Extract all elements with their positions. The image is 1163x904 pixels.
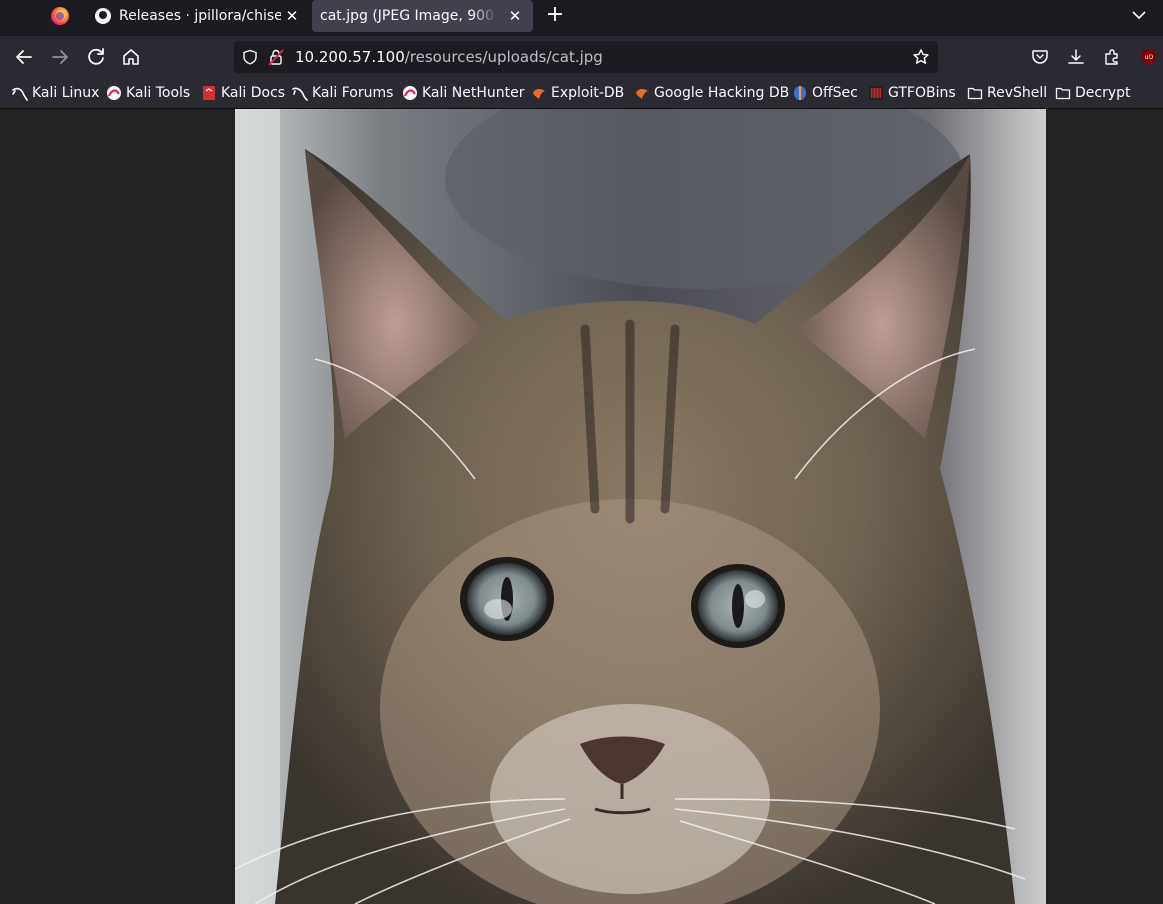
bookmark-google-hacking-db[interactable]: Google Hacking DB: [634, 84, 789, 102]
tab-title: cat.jpg (JPEG Image, 900 × 1200 pixels): [320, 8, 498, 24]
tab-title: Releases · jpillora/chisel: [119, 8, 281, 24]
extensions-puzzle-icon[interactable]: [1103, 48, 1121, 66]
bookmark-label: Kali NetHunter: [422, 85, 525, 101]
navigation-toolbar: 10.200.57.100/resources/uploads/cat.jpg …: [0, 36, 1163, 78]
url-host: 10.200.57.100: [295, 48, 405, 66]
back-arrow-icon[interactable]: [12, 45, 36, 69]
tab-strip: Releases · jpillora/chisel ✕ cat.jpg (JP…: [0, 0, 1163, 36]
bookmark-folder-revshell[interactable]: RevShell: [967, 84, 1047, 102]
close-tab-icon[interactable]: ✕: [282, 6, 302, 26]
bookmark-kali-linux[interactable]: Kali Linux: [12, 84, 99, 102]
bookmark-label: Kali Tools: [126, 85, 191, 101]
home-icon[interactable]: [119, 45, 143, 69]
exploit-db-icon: [636, 88, 648, 99]
image-viewer: [0, 109, 1163, 904]
kali-tools-icon: [107, 86, 121, 100]
kali-nethunter-icon: [403, 86, 417, 100]
svg-text:uO: uO: [1145, 54, 1154, 61]
bookmark-label: RevShell: [987, 85, 1048, 101]
chevron-down-icon[interactable]: [1131, 7, 1147, 23]
bookmark-label: GTFOBins: [888, 85, 956, 101]
bookmark-label: Google Hacking DB: [654, 85, 790, 101]
bookmark-kali-forums[interactable]: Kali Forums: [292, 84, 393, 102]
close-tab-icon[interactable]: ✕: [505, 6, 525, 26]
bookmark-offsec[interactable]: OffSec: [792, 84, 858, 102]
url-text[interactable]: 10.200.57.100/resources/uploads/cat.jpg: [295, 48, 603, 66]
bookmark-kali-nethunter[interactable]: Kali NetHunter: [402, 84, 524, 102]
bookmark-label: Kali Docs: [221, 85, 286, 101]
github-icon: [95, 8, 111, 24]
forward-arrow-icon[interactable]: [48, 45, 72, 69]
bookmark-exploit-db[interactable]: Exploit-DB: [531, 84, 624, 102]
bookmark-label: Exploit-DB: [551, 85, 625, 101]
ublock-origin-icon[interactable]: uO: [1140, 48, 1158, 66]
insecure-lock-icon[interactable]: [268, 48, 284, 66]
downloads-icon[interactable]: [1067, 48, 1085, 66]
reload-icon[interactable]: [84, 45, 108, 69]
tab-releases[interactable]: Releases · jpillora/chisel ✕: [86, 0, 310, 32]
bookmark-folder-decrypt[interactable]: Decrypt: [1055, 84, 1131, 102]
kali-dragon-icon: [12, 87, 28, 101]
offsec-icon: [794, 86, 806, 100]
cat-photo[interactable]: [235, 109, 1046, 904]
tab-cat-image[interactable]: cat.jpg (JPEG Image, 900 × 1200 pixels) …: [312, 0, 533, 32]
kali-docs-icon: [203, 86, 215, 100]
bookmark-gtfobins[interactable]: GTFOBins: [868, 84, 956, 102]
firefox-logo-icon: [51, 7, 69, 25]
url-path: /resources/uploads/cat.jpg: [404, 48, 603, 66]
bookmark-kali-tools[interactable]: Kali Tools: [106, 84, 190, 102]
exploit-db-icon: [533, 88, 545, 99]
bookmark-label: Kali Forums: [312, 85, 394, 101]
bookmarks-toolbar: Kali Linux Kali Tools Kali Docs Kali For…: [0, 78, 1163, 109]
gtfobins-icon: [869, 86, 883, 100]
new-tab-plus-icon[interactable]: +: [544, 4, 566, 27]
url-bar[interactable]: 10.200.57.100/resources/uploads/cat.jpg: [234, 41, 938, 73]
tracking-protection-shield-icon[interactable]: [242, 49, 258, 65]
bookmark-star-icon[interactable]: [912, 48, 930, 66]
kali-dragon-icon: [292, 87, 308, 101]
bookmark-kali-docs[interactable]: Kali Docs: [201, 84, 285, 102]
pocket-icon[interactable]: [1031, 48, 1049, 66]
folder-icon: [1055, 87, 1071, 100]
bookmark-label: OffSec: [812, 85, 858, 101]
bookmark-label: Decrypt: [1075, 85, 1131, 101]
bookmark-label: Kali Linux: [32, 85, 100, 101]
folder-icon: [967, 87, 983, 100]
